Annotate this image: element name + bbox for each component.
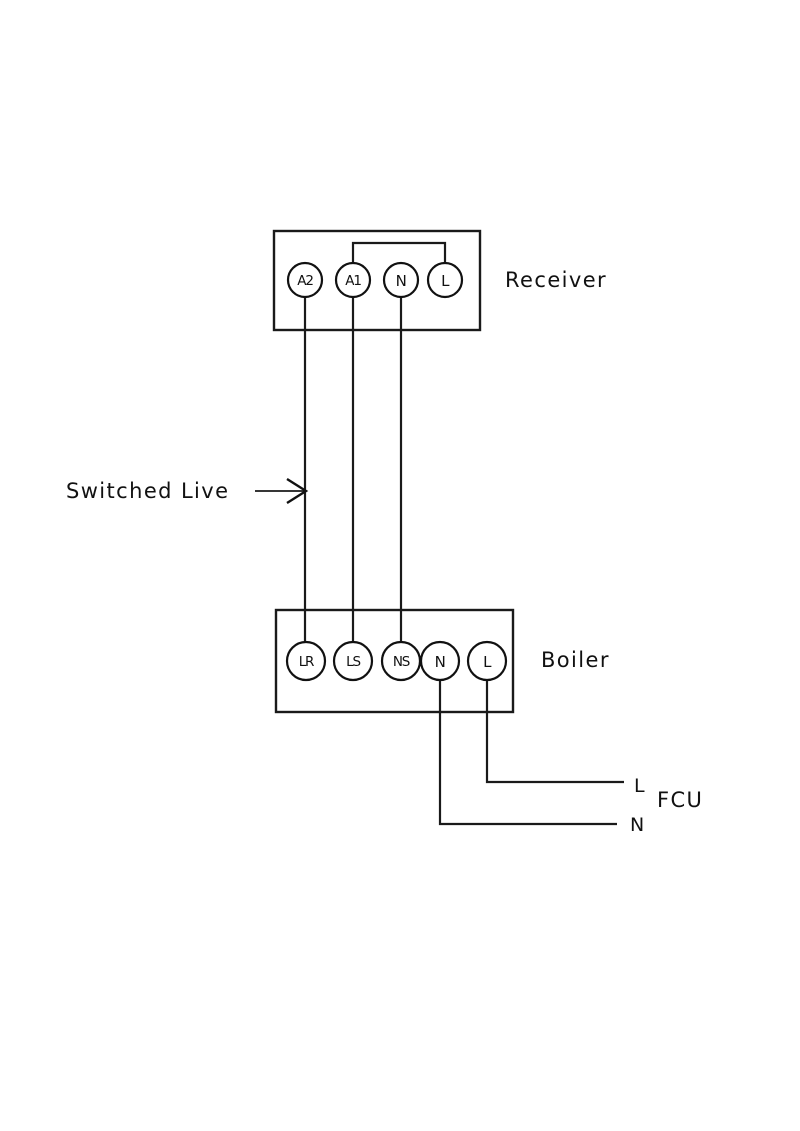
terminal-label: A2 (297, 273, 313, 289)
receiver-terminal-a2[interactable]: A2 (286, 261, 324, 299)
switched-live-annotation: Switched Live (66, 477, 309, 505)
boiler-terminal-ns[interactable]: NS (380, 640, 422, 682)
fcu-terminal-l-label: L (634, 775, 645, 797)
fcu-terminal-n-label: N (630, 814, 644, 836)
wire-boiler-l-to-fcu-l (485, 680, 624, 784)
terminal-label: N (435, 653, 446, 671)
boiler-terminal-ls[interactable]: LS (332, 640, 374, 682)
wiring-diagram-svg: A2 A1 N L Receiver LR LS NS N L Boiler L… (66, 229, 703, 836)
wiring-diagram-canvas: A2 A1 N L Receiver LR LS NS N L Boiler L… (0, 0, 800, 1131)
boiler-terminal-l[interactable]: L (466, 640, 508, 682)
terminal-label: NS (393, 654, 410, 670)
boiler-label: Boiler (541, 648, 610, 672)
terminal-label: N (396, 272, 407, 290)
receiver-terminal-a1[interactable]: A1 (334, 261, 372, 299)
receiver-a1-l-jumper-wire (351, 241, 447, 263)
boiler-terminal-n[interactable]: N (419, 640, 461, 682)
fcu-component: L N FCU (630, 775, 703, 836)
boiler-terminal-lr[interactable]: LR (285, 640, 327, 682)
fcu-label: FCU (657, 788, 703, 812)
terminal-label: LS (346, 654, 360, 670)
terminal-label: A1 (345, 273, 361, 289)
receiver-label: Receiver (505, 268, 607, 292)
wire-boiler-n-to-fcu-n (438, 680, 617, 826)
boiler-component: LR LS NS N L Boiler (274, 608, 610, 714)
terminal-label: LR (299, 654, 314, 670)
receiver-terminal-l[interactable]: L (426, 261, 464, 299)
switched-live-label: Switched Live (66, 479, 229, 503)
wire-group (303, 297, 624, 826)
receiver-terminal-n[interactable]: N (382, 261, 420, 299)
receiver-component: A2 A1 N L Receiver (272, 229, 607, 332)
terminal-label: L (483, 653, 492, 671)
terminal-label: L (441, 272, 450, 290)
